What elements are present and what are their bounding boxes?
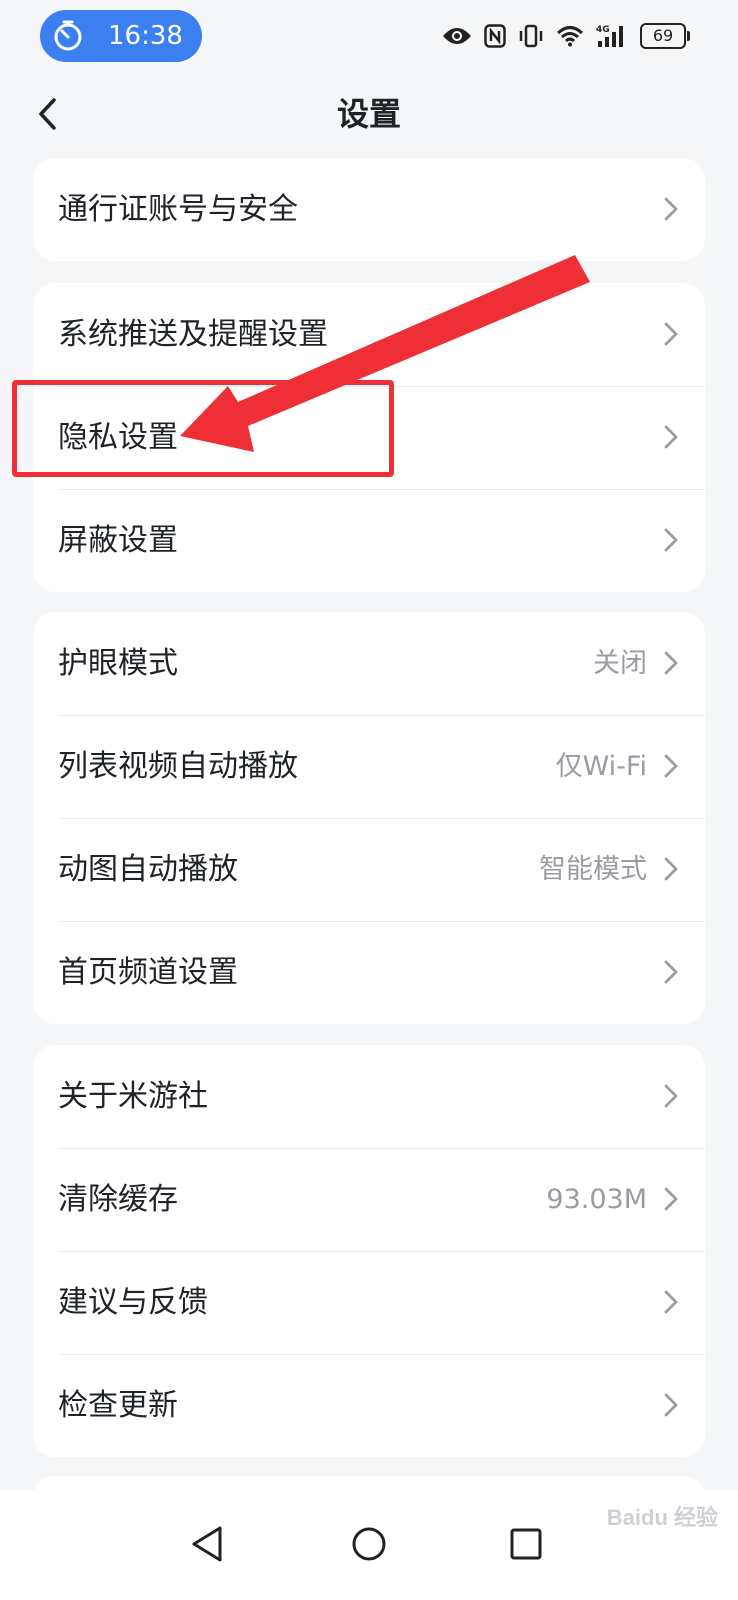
- item-label: 动图自动播放: [58, 852, 238, 887]
- eye-protection-mode-item[interactable]: 护眼模式 关闭: [33, 612, 705, 715]
- item-label: 清除缓存: [58, 1182, 178, 1217]
- annotation-highlight-box: [12, 380, 394, 477]
- vibrate-icon: [519, 24, 543, 48]
- feedback-item[interactable]: 建议与反馈: [33, 1251, 705, 1354]
- app-header: 设置: [0, 84, 738, 144]
- status-time: 16:38: [108, 21, 183, 51]
- video-autoplay-item[interactable]: 列表视频自动播放 仅Wi-Fi: [33, 715, 705, 818]
- page-title: 设置: [336, 95, 401, 133]
- item-value: 智能模式: [539, 854, 647, 885]
- push-notification-settings-item[interactable]: 系统推送及提醒设置: [33, 283, 705, 386]
- clear-cache-item[interactable]: 清除缓存 93.03M: [33, 1148, 705, 1251]
- item-label: 列表视频自动播放: [58, 749, 298, 784]
- about-item[interactable]: 关于米游社: [33, 1045, 705, 1148]
- cellular-signal-icon: 4G: [596, 25, 623, 47]
- chevron-right-icon: [664, 1187, 678, 1211]
- chevron-right-icon: [664, 322, 678, 346]
- chevron-right-icon: [664, 197, 678, 221]
- timer-pill[interactable]: 16:38: [40, 10, 202, 62]
- account-security-item[interactable]: 通行证账号与安全: [33, 158, 705, 261]
- wifi-icon: [556, 26, 584, 47]
- item-label: 关于米游社: [58, 1079, 208, 1114]
- home-channel-settings-item[interactable]: 首页频道设置: [33, 921, 705, 1024]
- item-label: 检查更新: [58, 1388, 178, 1423]
- item-label: 通行证账号与安全: [58, 192, 298, 227]
- settings-group-account: 通行证账号与安全: [33, 158, 705, 261]
- chevron-right-icon: [664, 528, 678, 552]
- chevron-right-icon: [664, 1393, 678, 1417]
- watermark: Baidu 经验: [606, 1505, 718, 1530]
- chevron-right-icon: [664, 1084, 678, 1108]
- item-label: 建议与反馈: [58, 1285, 208, 1320]
- chevron-right-icon: [664, 1290, 678, 1314]
- item-label: 屏蔽设置: [58, 523, 178, 558]
- chevron-right-icon: [664, 425, 678, 449]
- item-label: 系统推送及提醒设置: [58, 317, 328, 352]
- block-settings-item[interactable]: 屏蔽设置: [33, 489, 705, 592]
- item-value: 关闭: [593, 648, 647, 679]
- status-icons: 4G 69: [442, 20, 690, 52]
- item-label: 首页频道设置: [58, 955, 238, 990]
- settings-group-about: 关于米游社 清除缓存 93.03M 建议与反馈 检查更新: [33, 1045, 705, 1457]
- chevron-right-icon: [664, 754, 678, 778]
- recents-square-icon[interactable]: [494, 1512, 558, 1576]
- chevron-right-icon: [664, 960, 678, 984]
- nfc-icon: [484, 24, 506, 48]
- gif-autoplay-item[interactable]: 动图自动播放 智能模式: [33, 818, 705, 921]
- back-triangle-icon[interactable]: [176, 1512, 240, 1576]
- item-value: 93.03M: [546, 1184, 647, 1215]
- eye-icon: [443, 28, 471, 44]
- check-update-item[interactable]: 检查更新: [33, 1354, 705, 1457]
- battery-indicator: 69: [640, 23, 690, 49]
- item-value: 仅Wi-Fi: [555, 751, 647, 782]
- svg-text:4G: 4G: [596, 25, 610, 35]
- item-label: 护眼模式: [58, 646, 178, 681]
- status-bar: 16:38 4G 69: [0, 0, 738, 76]
- settings-group-display: 护眼模式 关闭 列表视频自动播放 仅Wi-Fi 动图自动播放 智能模式 首页频道…: [33, 612, 705, 1024]
- timer-icon: [54, 20, 82, 51]
- chevron-right-icon: [664, 857, 678, 881]
- chevron-right-icon: [664, 651, 678, 675]
- home-circle-icon[interactable]: [337, 1512, 401, 1576]
